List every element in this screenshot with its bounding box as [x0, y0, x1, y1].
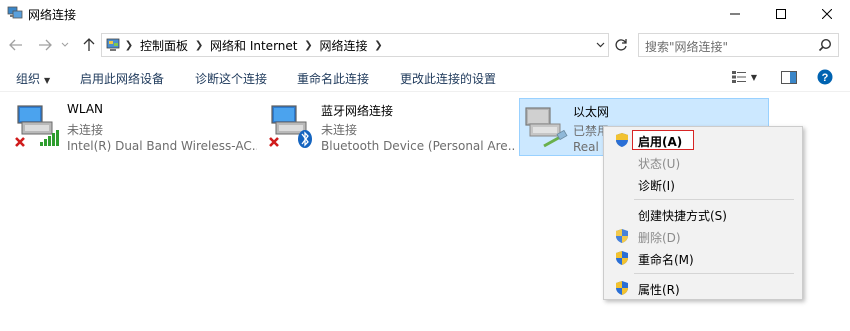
uac-shield-icon [616, 229, 628, 243]
menu-item-label: 启用(A) [638, 135, 683, 149]
menu-item-delete[interactable]: 删除(D) [606, 225, 800, 247]
search-placeholder: 搜索"网络连接" [645, 40, 729, 54]
chevron-down-icon [61, 42, 69, 47]
chevron-down-icon [596, 42, 604, 48]
up-button[interactable] [78, 30, 100, 60]
view-options-button[interactable]: ▼ [727, 67, 761, 87]
search-box[interactable]: 搜索"网络连接" [638, 33, 839, 57]
caret-down-icon: ▼ [44, 76, 51, 85]
chevron-right-icon[interactable]: ❯ [192, 40, 206, 51]
maximize-button[interactable] [758, 0, 804, 28]
rename-button[interactable]: 重命名此连接 [297, 70, 369, 87]
connection-device: Intel(R) Dual Band Wireless-AC... [67, 139, 257, 153]
arrow-right-icon [39, 39, 52, 51]
connection-item-bluetooth[interactable]: 蓝牙网络连接 未连接 Bluetooth Device (Personal Ar… [268, 98, 518, 156]
minimize-icon [730, 13, 740, 15]
minimize-button[interactable] [712, 0, 758, 28]
breadcrumb: ❯ 控制面板 ❯ 网络和 Internet ❯ 网络连接 ❯ [106, 34, 386, 56]
arrow-up-icon [83, 38, 95, 51]
organize-button[interactable]: 组织 ▼ [16, 70, 50, 87]
breadcrumb-network-connections[interactable]: 网络连接 [315, 37, 371, 54]
wlan-adapter-icon [15, 105, 59, 147]
preview-pane-button[interactable] [778, 67, 800, 87]
menu-separator [634, 199, 794, 200]
breadcrumb-control-panel[interactable]: 控制面板 [136, 37, 192, 54]
chevron-right-icon[interactable]: ❯ [372, 40, 386, 51]
menu-item-enable[interactable]: 启用(A) [606, 129, 800, 151]
title-bar: 网络连接 [0, 0, 850, 28]
chevron-right-icon: ❯ [124, 39, 134, 51]
menu-item-label: 删除(D) [638, 231, 681, 245]
maximize-icon [776, 9, 786, 19]
caret-down-icon: ▼ [750, 72, 758, 82]
menu-item-create-shortcut[interactable]: 创建快捷方式(S) [606, 203, 800, 225]
refresh-icon [615, 39, 627, 51]
change-settings-button[interactable]: 更改此连接的设置 [400, 70, 496, 87]
uac-shield-icon [616, 133, 628, 147]
menu-item-label: 属性(R) [638, 283, 680, 297]
organize-label: 组织 [16, 72, 41, 86]
arrow-left-icon [9, 39, 22, 51]
view-details-icon [731, 71, 746, 83]
recent-locations-button[interactable] [58, 30, 72, 60]
menu-separator [634, 273, 794, 274]
uac-shield-icon [616, 281, 628, 295]
connection-name: 蓝牙网络连接 [321, 104, 394, 118]
connection-device: Bluetooth Device (Personal Are... [321, 139, 516, 153]
bluetooth-adapter-icon [269, 105, 312, 148]
help-icon: ? [817, 69, 833, 85]
command-bar: 组织 ▼ 启用此网络设备 诊断这个连接 重命名此连接 更改此连接的设置 ▼ ? [0, 63, 850, 92]
menu-item-status[interactable]: 状态(U) [606, 151, 800, 173]
menu-item-diagnose[interactable]: 诊断(I) [606, 173, 800, 195]
back-button[interactable] [5, 30, 27, 60]
search-icon [818, 38, 832, 52]
help-button[interactable]: ? [814, 67, 836, 87]
menu-item-properties[interactable]: 属性(R) [606, 277, 800, 299]
navigation-bar: ❯ 控制面板 ❯ 网络和 Internet ❯ 网络连接 ❯ 搜索"网络连接" [0, 30, 850, 60]
close-button[interactable] [804, 0, 850, 28]
preview-pane-icon [781, 70, 797, 84]
svg-text:?: ? [822, 72, 829, 84]
connection-status: 未连接 [67, 123, 104, 137]
menu-item-label: 创建快捷方式(S) [638, 209, 727, 223]
diagnose-button[interactable]: 诊断这个连接 [195, 70, 267, 87]
menu-item-rename[interactable]: 重命名(M) [606, 247, 800, 269]
address-dropdown-button[interactable] [591, 33, 609, 57]
breadcrumb-network-internet[interactable]: 网络和 Internet [206, 37, 301, 54]
control-panel-icon [106, 38, 120, 51]
address-bar[interactable]: ❯ 控制面板 ❯ 网络和 Internet ❯ 网络连接 ❯ [101, 33, 609, 57]
connection-item-wlan[interactable]: WLAN 未连接 Intel(R) Dual Band Wireless-AC.… [14, 98, 264, 156]
connection-device: Real [573, 140, 599, 154]
connection-name: 以太网 [573, 105, 610, 119]
forward-button[interactable] [34, 30, 56, 60]
enable-device-button[interactable]: 启用此网络设备 [80, 70, 164, 87]
network-connections-icon [7, 6, 23, 19]
ethernet-adapter-icon [525, 107, 568, 148]
menu-item-label: 诊断(I) [638, 179, 675, 193]
menu-item-label: 重命名(M) [638, 253, 694, 267]
context-menu: 启用(A) 状态(U) 诊断(I) 创建快捷方式(S) 删除(D) 重命名(M) [603, 126, 803, 300]
close-icon [822, 9, 832, 19]
chevron-right-icon[interactable]: ❯ [301, 40, 315, 51]
refresh-button[interactable] [610, 33, 632, 57]
uac-shield-icon [616, 251, 628, 265]
connection-status: 未连接 [321, 123, 358, 137]
menu-item-label: 状态(U) [638, 157, 681, 171]
window-title: 网络连接 [28, 8, 77, 22]
connection-name: WLAN [67, 102, 104, 116]
